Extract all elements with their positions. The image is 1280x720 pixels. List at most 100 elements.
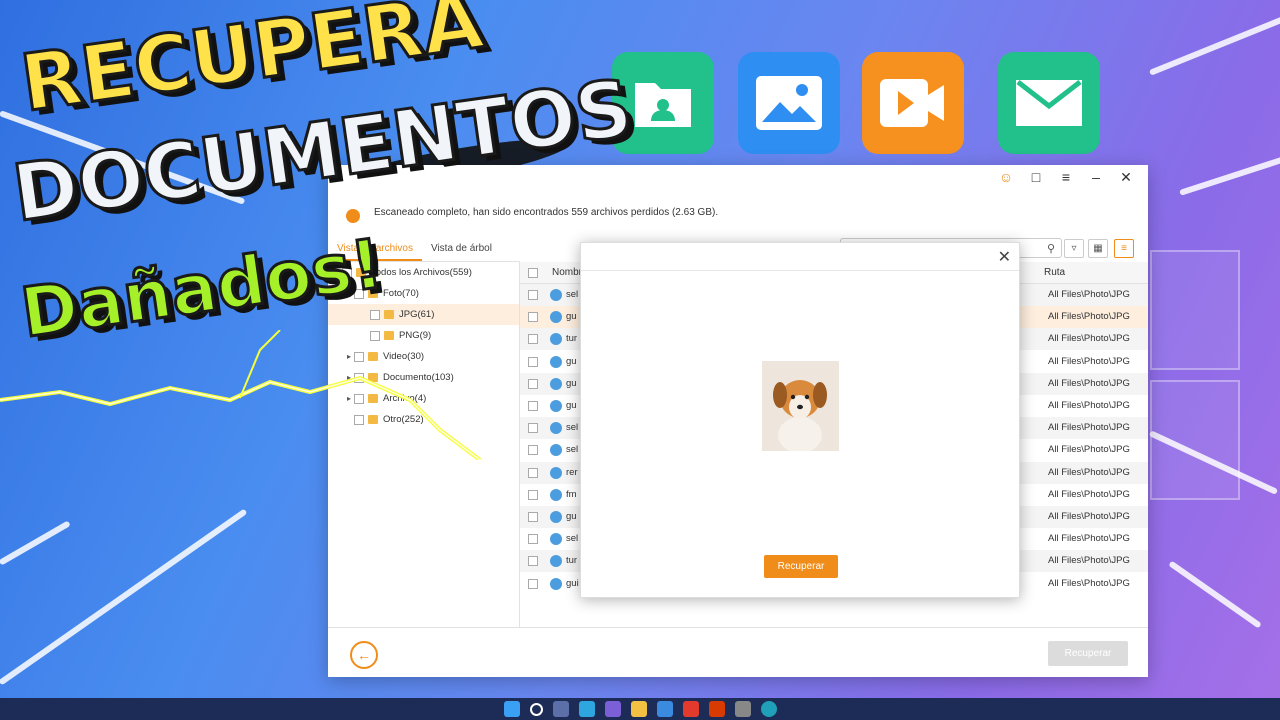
close-icon[interactable]: ✕ bbox=[998, 247, 1011, 267]
row-checkbox[interactable] bbox=[528, 534, 538, 545]
row-checkbox[interactable] bbox=[528, 489, 538, 500]
mail-icon bbox=[998, 52, 1100, 154]
file-path: All Files\Photo\JPG bbox=[1048, 444, 1130, 456]
search-icon[interactable] bbox=[529, 702, 543, 716]
row-checkbox[interactable] bbox=[528, 312, 538, 323]
file-name: gu bbox=[566, 400, 577, 411]
tree-item-label: JPG(61) bbox=[399, 309, 435, 320]
file-path: All Files\Photo\JPG bbox=[1048, 533, 1130, 545]
row-checkbox[interactable] bbox=[528, 401, 538, 411]
light-streak bbox=[0, 508, 248, 686]
file-name: gu bbox=[566, 355, 577, 367]
file-name: sel bbox=[566, 533, 579, 545]
light-streak bbox=[1148, 10, 1280, 76]
image-file-icon bbox=[550, 289, 562, 301]
light-streak bbox=[1168, 560, 1262, 629]
file-path: All Files\Photo\JPG bbox=[1048, 311, 1130, 323]
task-view-icon[interactable] bbox=[552, 701, 569, 717]
file-path: All Files\Photo\JPG bbox=[1048, 488, 1130, 500]
start-icon[interactable] bbox=[503, 701, 520, 717]
row-checkbox[interactable] bbox=[528, 467, 538, 478]
file-explorer-icon[interactable] bbox=[630, 701, 647, 717]
row-checkbox[interactable] bbox=[528, 556, 538, 567]
file-name: tur bbox=[566, 555, 578, 567]
file-name: gu bbox=[566, 311, 577, 323]
file-path: All Files\Photo\JPG bbox=[1048, 422, 1130, 434]
video-icon bbox=[862, 52, 964, 154]
taskbar bbox=[0, 698, 1280, 720]
light-streak bbox=[0, 520, 71, 566]
light-streak bbox=[1179, 146, 1280, 196]
filter-button[interactable]: ▿ bbox=[1064, 239, 1084, 258]
file-path: All Files\Photo\JPG bbox=[1048, 511, 1130, 522]
file-name: sel bbox=[566, 289, 579, 300]
widgets-icon[interactable] bbox=[578, 701, 595, 717]
status-icon bbox=[346, 209, 360, 223]
row-checkbox[interactable] bbox=[528, 334, 538, 345]
image-file-icon bbox=[550, 400, 562, 412]
file-name: gu bbox=[566, 377, 577, 389]
tree-item-label: Todos los Archivos(559) bbox=[371, 267, 472, 278]
row-checkbox[interactable] bbox=[528, 512, 538, 522]
minimize-button[interactable]: – bbox=[1088, 169, 1104, 185]
file-path: All Files\Photo\JPG bbox=[1048, 466, 1130, 478]
image-file-icon bbox=[550, 377, 562, 390]
close-button[interactable]: ✕ bbox=[1118, 169, 1134, 186]
row-checkbox[interactable] bbox=[528, 423, 538, 434]
tab-tree-view[interactable]: Vista de árbol bbox=[422, 238, 501, 261]
checkbox[interactable] bbox=[370, 309, 380, 320]
row-checkbox[interactable] bbox=[528, 445, 538, 456]
back-button[interactable]: ← bbox=[350, 641, 378, 669]
preview-dialog: ✕ Recuperar bbox=[580, 242, 1020, 598]
search-icon: ⚲ bbox=[1046, 243, 1055, 255]
youtube-icon[interactable] bbox=[682, 701, 699, 717]
image-file-icon bbox=[550, 577, 562, 590]
store-icon[interactable] bbox=[656, 701, 673, 717]
file-path: All Files\Photo\JPG bbox=[1048, 555, 1130, 567]
chat-icon[interactable] bbox=[604, 701, 621, 717]
row-checkbox[interactable] bbox=[528, 356, 538, 367]
scan-status: Escaneado completo, han sido encontrados… bbox=[374, 207, 719, 218]
image-file-icon bbox=[550, 355, 562, 368]
image-file-icon bbox=[550, 311, 562, 324]
row-checkbox[interactable] bbox=[528, 290, 538, 300]
folder-icon bbox=[384, 310, 394, 319]
file-name: gu bbox=[566, 511, 577, 522]
desktop-window-ghost bbox=[1150, 250, 1240, 370]
file-name: fm bbox=[566, 488, 577, 500]
desktop-window-ghost bbox=[1150, 380, 1240, 500]
image-file-icon bbox=[550, 333, 562, 346]
edge-icon[interactable] bbox=[760, 701, 777, 717]
office-icon[interactable] bbox=[708, 701, 725, 717]
recover-button[interactable]: Recuperar bbox=[1048, 641, 1128, 666]
list-view-button[interactable]: ≡ bbox=[1114, 239, 1134, 258]
file-path: All Files\Photo\JPG bbox=[1048, 355, 1130, 367]
select-all-checkbox[interactable] bbox=[528, 268, 538, 278]
image-file-icon bbox=[550, 444, 562, 457]
menu-icon[interactable]: ≡ bbox=[1058, 169, 1074, 185]
file-path: All Files\Photo\JPG bbox=[1048, 400, 1130, 411]
dialog-header: ✕ bbox=[581, 243, 1019, 271]
file-path: All Files\Photo\JPG bbox=[1048, 377, 1130, 389]
file-name: sel bbox=[566, 444, 579, 456]
preview-recover-button[interactable]: Recuperar bbox=[764, 555, 838, 578]
file-name: rer bbox=[566, 466, 578, 478]
file-name: gui bbox=[566, 577, 579, 589]
image-icon bbox=[738, 52, 840, 154]
row-checkbox[interactable] bbox=[528, 378, 538, 389]
bottom-bar: ← Recuperar bbox=[328, 627, 1148, 677]
feedback-icon[interactable]: □ bbox=[1028, 169, 1044, 185]
column-path[interactable]: Ruta bbox=[1044, 267, 1065, 278]
grid-view-button[interactable]: ▦ bbox=[1088, 239, 1108, 258]
image-file-icon bbox=[550, 511, 562, 523]
file-path: All Files\Photo\JPG bbox=[1048, 333, 1130, 345]
image-file-icon bbox=[550, 422, 562, 435]
image-preview bbox=[762, 361, 839, 451]
settings-icon[interactable] bbox=[734, 701, 751, 717]
file-path: All Files\Photo\JPG bbox=[1048, 577, 1130, 589]
tree-item-label: Foto(70) bbox=[383, 288, 419, 299]
file-name: sel bbox=[566, 422, 579, 434]
row-checkbox[interactable] bbox=[528, 578, 538, 589]
lightning-bolt bbox=[0, 330, 482, 460]
user-icon[interactable]: ☺ bbox=[998, 169, 1014, 185]
